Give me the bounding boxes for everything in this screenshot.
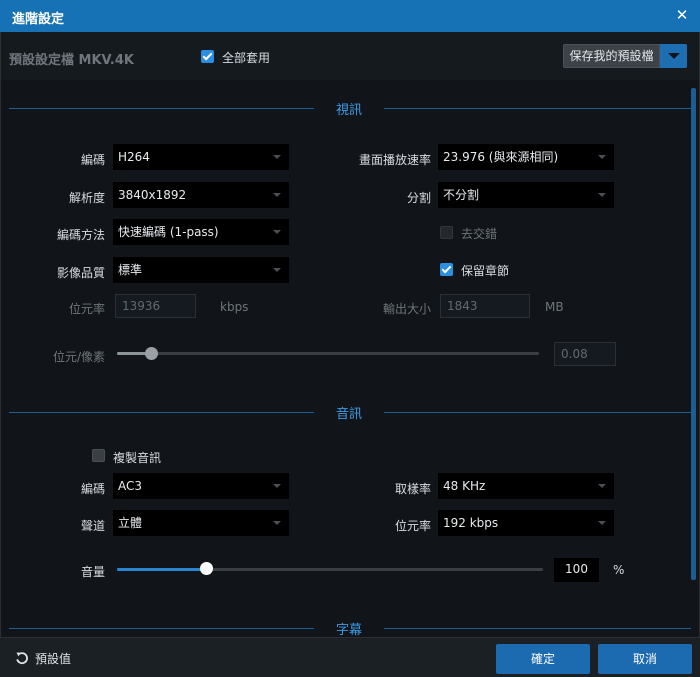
sample-rate-value: 48 KHz xyxy=(443,479,486,493)
bits-per-pixel-field[interactable]: 0.08 xyxy=(554,342,616,366)
footer-bar: 預設值 確定 取消 xyxy=(0,637,700,677)
keep-chapters-checkbox[interactable] xyxy=(440,263,453,276)
reset-icon xyxy=(16,652,28,665)
frame-rate-value: 23.976 (與來源相同) xyxy=(443,150,559,164)
encode-method-label: 編碼方法 xyxy=(56,228,105,242)
volume-label: 音量 xyxy=(80,565,105,579)
reset-defaults-button[interactable]: 預設值 xyxy=(15,650,71,667)
audio-section-title: 音訊 xyxy=(335,407,362,422)
volume-slider-fill xyxy=(117,568,207,571)
video-section-heading: 視訊 xyxy=(1,98,699,118)
volume-unit: % xyxy=(613,563,625,577)
video-bitrate-field[interactable]: 13936 xyxy=(115,294,196,318)
audio-bitrate-value: 192 kbps xyxy=(443,516,499,530)
save-my-preset-button[interactable]: 保存我的預設檔 xyxy=(563,44,660,68)
title-bar: 進階設定 ✕ xyxy=(0,0,700,32)
copy-audio-checkbox[interactable] xyxy=(92,449,105,462)
output-size-label: 輸出大小 xyxy=(382,302,431,316)
encode-method-value: 快速編碼 (1-pass) xyxy=(118,225,219,239)
video-codec-value: H264 xyxy=(118,150,150,164)
channels-label: 聲道 xyxy=(80,519,105,533)
section-divider xyxy=(9,628,314,629)
deinterlace-checkbox[interactable] xyxy=(440,226,453,239)
chevron-down-icon xyxy=(273,155,281,159)
volume-slider-thumb[interactable] xyxy=(200,562,214,575)
audio-section-heading: 音訊 xyxy=(1,402,699,422)
quality-select[interactable]: 標準 xyxy=(113,257,289,283)
output-size-unit: MB xyxy=(545,300,564,314)
section-divider xyxy=(384,412,691,413)
video-bitrate-unit: kbps xyxy=(220,300,249,314)
sample-rate-select[interactable]: 48 KHz xyxy=(438,473,614,499)
chevron-down-icon xyxy=(273,193,281,197)
section-divider xyxy=(9,412,314,413)
save-preset-dropdown-arrow[interactable] xyxy=(660,44,687,68)
section-divider xyxy=(9,108,314,109)
bits-per-pixel-slider[interactable] xyxy=(117,352,539,355)
settings-panel: 預設設定檔 MKV.4K 全部套用 保存我的預設檔 視訊 編碼 H264 畫面播… xyxy=(0,32,700,638)
section-divider xyxy=(384,628,691,629)
resolution-value: 3840x1892 xyxy=(118,188,187,202)
audio-codec-value: AC3 xyxy=(118,479,143,493)
video-codec-select[interactable]: H264 xyxy=(113,144,289,170)
chevron-down-icon xyxy=(273,268,281,272)
preset-profile-label: 預設設定檔 MKV.4K xyxy=(9,53,134,68)
ok-button[interactable]: 確定 xyxy=(496,644,590,674)
output-size-field[interactable]: 1843 xyxy=(440,294,530,318)
video-section-title: 視訊 xyxy=(335,103,362,118)
keep-chapters-label: 保留章節 xyxy=(461,264,510,278)
chevron-down-icon xyxy=(273,230,281,234)
channels-value: 立體 xyxy=(118,516,143,530)
channels-select[interactable]: 立體 xyxy=(113,510,289,536)
audio-codec-label: 編碼 xyxy=(80,482,105,496)
window-title: 進階設定 xyxy=(12,12,65,27)
apply-all-checkbox[interactable] xyxy=(201,50,214,63)
split-value: 不分割 xyxy=(443,188,480,202)
encode-method-select[interactable]: 快速編碼 (1-pass) xyxy=(113,219,289,245)
split-select[interactable]: 不分割 xyxy=(438,182,614,208)
video-codec-label: 編碼 xyxy=(80,153,105,167)
split-label: 分割 xyxy=(406,191,431,205)
audio-codec-select[interactable]: AC3 xyxy=(113,473,289,499)
apply-all-label: 全部套用 xyxy=(222,51,271,65)
frame-rate-select[interactable]: 23.976 (與來源相同) xyxy=(438,144,614,170)
frame-rate-label: 畫面播放速率 xyxy=(358,153,431,167)
sample-rate-label: 取樣率 xyxy=(394,482,431,496)
chevron-down-icon xyxy=(273,521,281,525)
chevron-down-icon xyxy=(598,155,606,159)
video-bitrate-label: 位元率 xyxy=(68,302,105,316)
chevron-down-icon xyxy=(598,484,606,488)
chevron-down-icon xyxy=(273,484,281,488)
reset-defaults-label: 預設值 xyxy=(35,652,72,666)
subtitle-section-title: 字幕 xyxy=(335,623,362,638)
volume-field[interactable]: 100 xyxy=(554,558,599,582)
resolution-label: 解析度 xyxy=(68,191,105,205)
resolution-select[interactable]: 3840x1892 xyxy=(113,182,289,208)
cancel-button[interactable]: 取消 xyxy=(598,644,692,674)
subtitle-section-heading: 字幕 xyxy=(1,618,699,638)
bits-per-pixel-label: 位元/像素 xyxy=(52,350,105,364)
chevron-down-icon xyxy=(598,521,606,525)
close-icon[interactable]: ✕ xyxy=(672,5,692,25)
copy-audio-label: 複製音訊 xyxy=(113,451,162,465)
preset-bar: 預設設定檔 MKV.4K 全部套用 保存我的預設檔 xyxy=(1,32,699,80)
quality-label: 影像品質 xyxy=(56,266,105,280)
section-divider xyxy=(384,108,691,109)
deinterlace-label: 去交錯 xyxy=(461,227,498,241)
quality-value: 標準 xyxy=(118,263,143,277)
audio-bitrate-label: 位元率 xyxy=(394,519,431,533)
bits-per-pixel-slider-thumb[interactable] xyxy=(144,347,158,360)
vertical-scrollbar[interactable] xyxy=(691,88,696,580)
chevron-down-icon xyxy=(598,193,606,197)
audio-bitrate-select[interactable]: 192 kbps xyxy=(438,510,614,536)
